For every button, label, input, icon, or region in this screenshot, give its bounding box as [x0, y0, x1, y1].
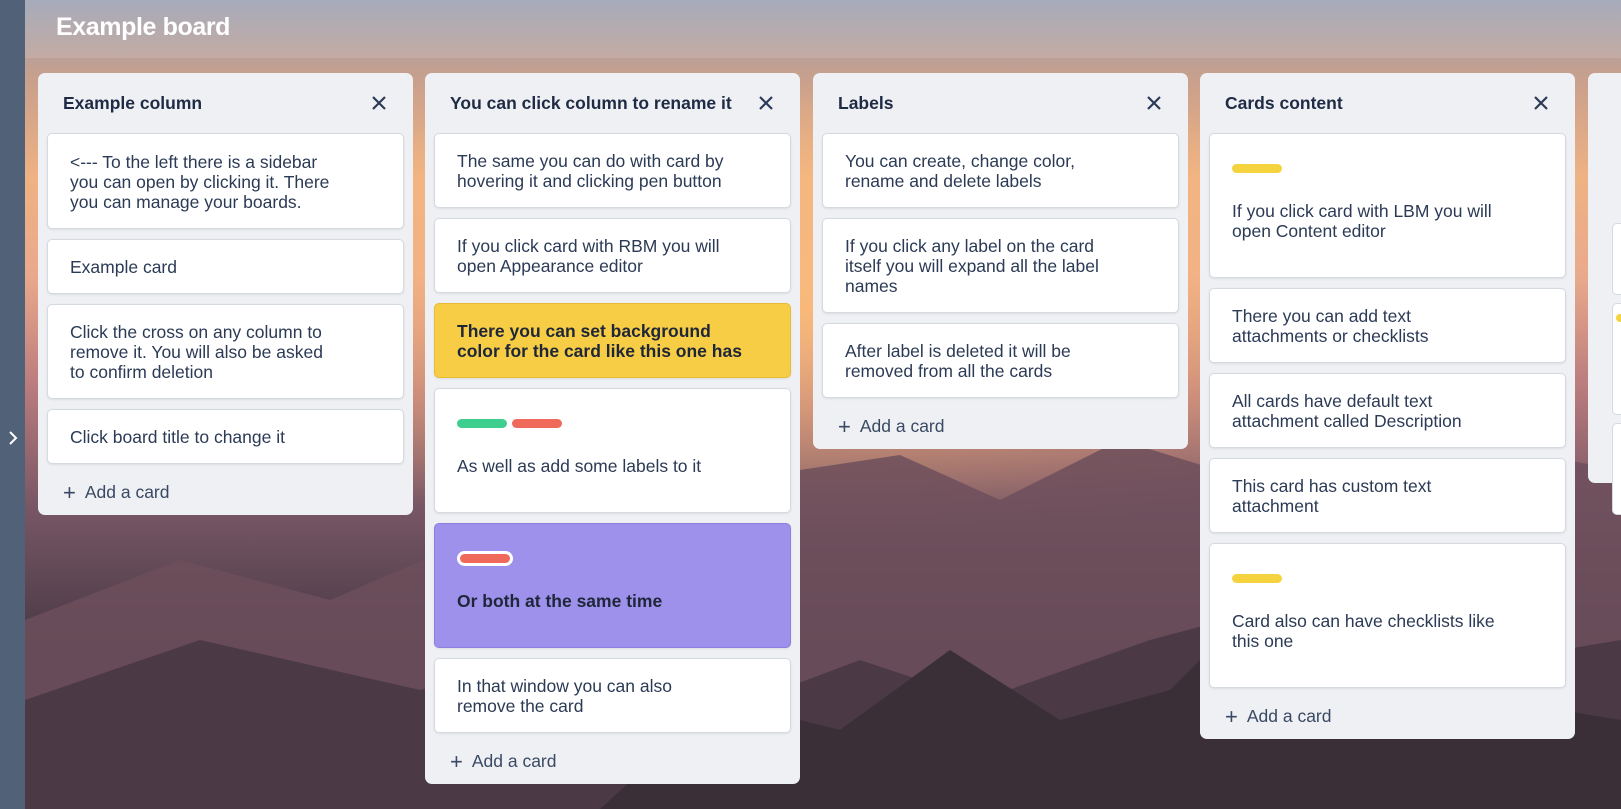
- column-header[interactable]: Example column: [47, 73, 404, 133]
- label-yellow[interactable]: [1232, 164, 1282, 173]
- card-text: If you click card with LBM you will open…: [1232, 201, 1492, 241]
- card-with-labels[interactable]: As well as add some labels to it: [434, 388, 791, 513]
- board-header: [25, 0, 1621, 58]
- close-icon[interactable]: [370, 94, 388, 112]
- card-yellow-background[interactable]: There you can set background color for t…: [434, 303, 791, 378]
- add-card-label: Add a card: [471, 751, 557, 771]
- add-card-label: Add a card: [1246, 706, 1332, 726]
- add-card-label: Add a card: [859, 416, 945, 436]
- label-red[interactable]: [512, 419, 562, 428]
- card[interactable]: Click board title to change it: [47, 409, 404, 464]
- card[interactable]: [1612, 423, 1621, 515]
- card-with-label[interactable]: Card also can have checklists like this …: [1209, 543, 1566, 688]
- close-icon[interactable]: [1532, 94, 1550, 112]
- card[interactable]: [1612, 303, 1621, 415]
- card-text: Or both at the same time: [457, 591, 663, 611]
- add-card-button[interactable]: + Add a card: [434, 743, 791, 772]
- close-icon[interactable]: [1145, 94, 1163, 112]
- card-labels[interactable]: [1232, 164, 1543, 173]
- column-title[interactable]: Cards content: [1225, 93, 1343, 114]
- column-header[interactable]: Labels: [822, 73, 1179, 133]
- column-title[interactable]: Labels: [838, 93, 893, 114]
- label-green[interactable]: [457, 419, 507, 428]
- plus-icon: +: [63, 479, 76, 505]
- column-title[interactable]: You can click column to rename it: [450, 93, 732, 114]
- card[interactable]: [1612, 223, 1621, 295]
- column-cards-content: Cards content If you click card with LBM…: [1200, 73, 1575, 739]
- card-text: As well as add some labels to it: [457, 456, 702, 476]
- card[interactable]: There you can add text attachments or ch…: [1209, 288, 1566, 363]
- sidebar-toggle-button[interactable]: [0, 428, 25, 448]
- card-purple-with-label[interactable]: Or both at the same time: [434, 523, 791, 648]
- label-yellow[interactable]: [1232, 574, 1282, 583]
- column-title[interactable]: Example column: [63, 93, 202, 114]
- card-labels[interactable]: [457, 419, 768, 428]
- card-labels[interactable]: [457, 554, 768, 563]
- add-card-button[interactable]: + Add a card: [47, 474, 404, 503]
- column-header[interactable]: Cards content: [1209, 73, 1566, 133]
- card[interactable]: <--- To the left there is a sidebar you …: [47, 133, 404, 229]
- add-card-label: Add a card: [84, 482, 170, 502]
- column-labels: Labels You can create, change color, ren…: [813, 73, 1188, 449]
- plus-icon: +: [1225, 703, 1238, 729]
- column-example: Example column <--- To the left there is…: [38, 73, 413, 515]
- card[interactable]: If you click any label on the card itsel…: [822, 218, 1179, 313]
- label-red[interactable]: [460, 554, 510, 563]
- card[interactable]: After label is deleted it will be remove…: [822, 323, 1179, 398]
- card[interactable]: Click the cross on any column to remove …: [47, 304, 404, 399]
- card[interactable]: The same you can do with card by hoverin…: [434, 133, 791, 208]
- column-header[interactable]: You can click column to rename it: [434, 73, 791, 133]
- plus-icon: +: [450, 748, 463, 774]
- card-text: Card also can have checklists like this …: [1232, 611, 1495, 651]
- chevron-right-icon: [8, 431, 17, 445]
- card[interactable]: All cards have default text attachment c…: [1209, 373, 1566, 448]
- add-card-button[interactable]: + Add a card: [1209, 698, 1566, 727]
- add-card-button[interactable]: + Add a card: [822, 408, 1179, 437]
- label-yellow[interactable]: [1616, 314, 1621, 322]
- card[interactable]: If you click card with RBM you will open…: [434, 218, 791, 293]
- card[interactable]: Example card: [47, 239, 404, 294]
- card[interactable]: In that window you can also remove the c…: [434, 658, 791, 733]
- sidebar-collapsed[interactable]: [0, 0, 25, 809]
- column-rename: You can click column to rename it The sa…: [425, 73, 800, 784]
- plus-icon: +: [838, 413, 851, 439]
- card-with-label[interactable]: If you click card with LBM you will open…: [1209, 133, 1566, 278]
- close-icon[interactable]: [757, 94, 775, 112]
- card[interactable]: You can create, change color, rename and…: [822, 133, 1179, 208]
- board-title[interactable]: Example board: [56, 13, 230, 42]
- column-partial-offscreen[interactable]: [1588, 73, 1621, 515]
- card[interactable]: This card has custom text attachment: [1209, 458, 1566, 533]
- card-labels[interactable]: [1232, 574, 1543, 583]
